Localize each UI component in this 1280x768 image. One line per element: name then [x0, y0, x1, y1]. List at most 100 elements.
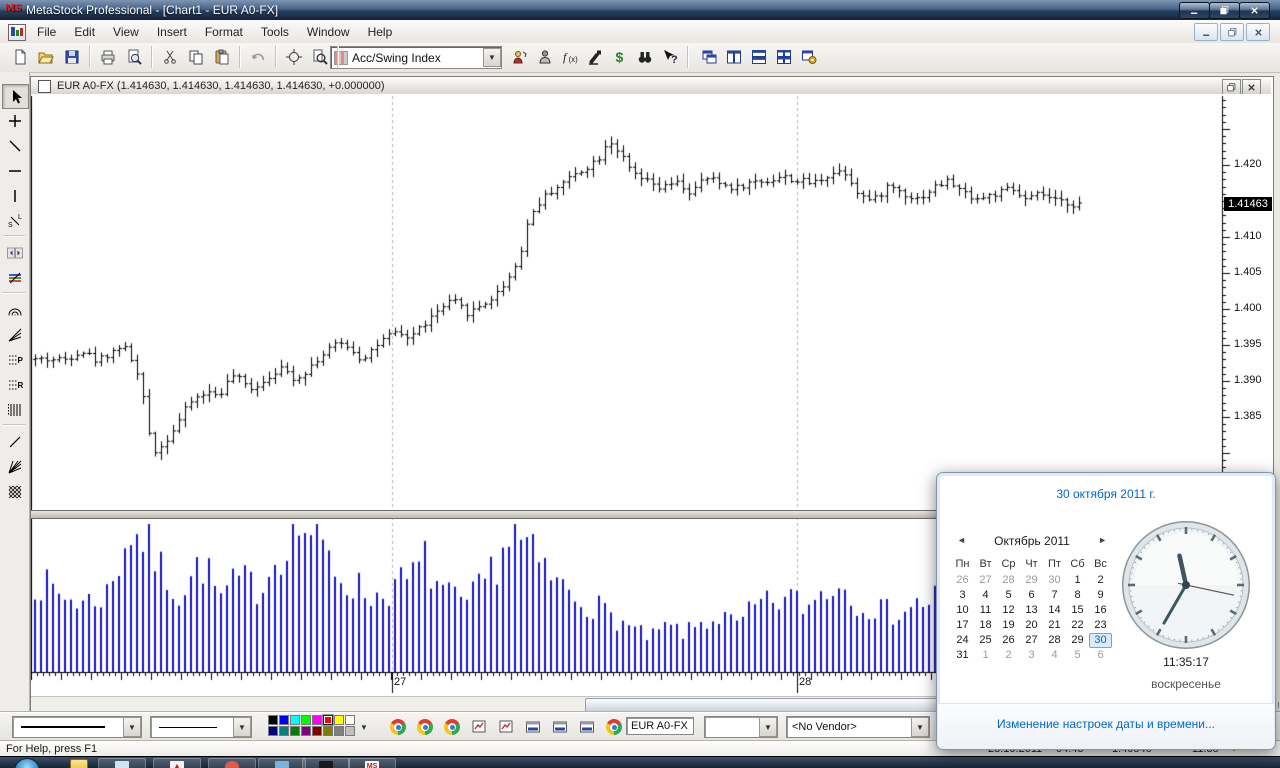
calendar-day[interactable]: 5: [1066, 648, 1089, 663]
calendar-day[interactable]: 27: [974, 573, 997, 588]
color-swatch[interactable]: [334, 715, 344, 725]
color-swatch[interactable]: [312, 715, 322, 725]
calendar-day[interactable]: 28: [997, 573, 1020, 588]
calendar-day[interactable]: 13: [1020, 603, 1043, 618]
zoom-find-button[interactable]: [308, 45, 332, 69]
tool-sl-line-button[interactable]: SL: [2, 209, 27, 232]
color-swatch[interactable]: [323, 715, 333, 725]
menu-item-tools[interactable]: Tools: [252, 22, 298, 42]
line-style-arrow-icon[interactable]: ▼: [123, 717, 141, 737]
calendar-day[interactable]: 24: [951, 633, 974, 648]
start-orb-icon[interactable]: [14, 758, 40, 768]
calendar-day[interactable]: 6: [1020, 588, 1043, 603]
calendar-day[interactable]: 19: [997, 618, 1020, 633]
calendar-day[interactable]: 25: [974, 633, 997, 648]
tool-crosshair-button[interactable]: [2, 109, 27, 132]
metastock-taskbar-button[interactable]: MS: [348, 758, 396, 768]
app-light-taskbar-button[interactable]: [98, 758, 146, 768]
chart-page-icon[interactable]: [469, 717, 489, 737]
windows-taskbar[interactable]: ▲ MS: [0, 756, 1280, 768]
tool-scroll-buttons-button[interactable]: [2, 241, 27, 264]
app-orb-taskbar-button[interactable]: [208, 758, 256, 768]
calendar-day[interactable]: 4: [974, 588, 997, 603]
calendar-day[interactable]: 31: [951, 648, 974, 663]
undo-button[interactable]: [246, 45, 270, 69]
tool-trendline-button[interactable]: [2, 134, 27, 157]
tool-time-zones-button[interactable]: [2, 398, 27, 421]
tool-gann-fan-button[interactable]: [2, 455, 27, 478]
cascade-button[interactable]: [697, 45, 721, 69]
calendar-day[interactable]: 2: [1089, 573, 1112, 588]
color-swatch[interactable]: [290, 715, 300, 725]
chrome-icon[interactable]: [415, 717, 435, 737]
app-blue-taskbar-button[interactable]: [258, 758, 306, 768]
color-swatch[interactable]: [279, 726, 289, 736]
calendar-day[interactable]: 11: [974, 603, 997, 618]
color-swatch[interactable]: [345, 726, 355, 736]
calendar-day[interactable]: 29: [1066, 633, 1089, 648]
tool-pointer-button[interactable]: [2, 84, 29, 109]
folder-icon[interactable]: [70, 759, 88, 768]
save-button[interactable]: [60, 45, 84, 69]
panel-window-icon[interactable]: [523, 717, 543, 737]
calendar-next-month-icon[interactable]: ►: [1098, 535, 1107, 545]
dollar-button[interactable]: $: [608, 45, 632, 69]
target-button[interactable]: [282, 45, 306, 69]
calendar-day[interactable]: 7: [1043, 588, 1066, 603]
calendar-day[interactable]: 27: [1020, 633, 1043, 648]
alert-button[interactable]: [508, 45, 532, 69]
window-options-button[interactable]: [797, 45, 821, 69]
vendor-dropdown-arrow-icon[interactable]: ▼: [911, 717, 929, 737]
color-swatch[interactable]: [345, 715, 355, 725]
calendar-day[interactable]: 3: [951, 588, 974, 603]
calendar-day[interactable]: 9: [1089, 588, 1112, 603]
color-swatch[interactable]: [279, 715, 289, 725]
chart-restore-button[interactable]: [1222, 79, 1241, 95]
calendar-day[interactable]: 10: [951, 603, 974, 618]
line-weight-arrow-icon[interactable]: ▼: [233, 717, 251, 737]
panel-window-icon[interactable]: [550, 717, 570, 737]
color-swatch[interactable]: [334, 726, 344, 736]
minimize-button[interactable]: [1179, 2, 1210, 19]
tile-grid-button[interactable]: [772, 45, 796, 69]
new-button[interactable]: [8, 45, 32, 69]
paste-button[interactable]: [210, 45, 234, 69]
calendar-day[interactable]: 26: [997, 633, 1020, 648]
tool-vertical-line-button[interactable]: [2, 184, 27, 207]
menu-item-edit[interactable]: Edit: [65, 22, 104, 42]
calendar-day[interactable]: 6: [1089, 648, 1112, 663]
menu-item-format[interactable]: Format: [196, 22, 252, 42]
calendar-day[interactable]: 28: [1043, 633, 1066, 648]
tile-vertical-button[interactable]: [722, 45, 746, 69]
window-titlebar[interactable]: MS MetaStock Professional - [Chart1 - EU…: [0, 0, 1280, 20]
menu-item-insert[interactable]: Insert: [148, 22, 196, 42]
print-preview-button[interactable]: [122, 45, 146, 69]
indicator-dropdown[interactable]: Acc/Swing Index ▼: [330, 46, 502, 69]
line-style-dropdown[interactable]: ▼: [12, 716, 142, 738]
calendar-day[interactable]: 5: [997, 588, 1020, 603]
chrome-icon[interactable]: [388, 717, 408, 737]
menu-item-file[interactable]: File: [28, 22, 65, 42]
menu-item-view[interactable]: View: [104, 22, 148, 42]
app-red-taskbar-button[interactable]: ▲: [153, 758, 201, 768]
menu-item-help[interactable]: Help: [359, 22, 402, 42]
calendar-day[interactable]: 4: [1043, 648, 1066, 663]
color-palette-arrow-icon[interactable]: ▼: [360, 723, 368, 732]
calendar-day[interactable]: 1: [974, 648, 997, 663]
color-swatch[interactable]: [268, 726, 278, 736]
open-button[interactable]: [34, 45, 58, 69]
mdi-minimize-button[interactable]: [1194, 23, 1218, 41]
console-taskbar-button[interactable]: [302, 758, 350, 768]
panel-window-icon[interactable]: [577, 717, 597, 737]
calendar-day[interactable]: 15: [1066, 603, 1089, 618]
tool-projection-p-button[interactable]: P: [2, 348, 27, 371]
cut-button[interactable]: [158, 45, 182, 69]
calendar-day[interactable]: 16: [1089, 603, 1112, 618]
calendar-day[interactable]: 17: [951, 618, 974, 633]
mdi-restore-button[interactable]: [1220, 23, 1244, 41]
chart-system-menu-icon[interactable]: [8, 24, 26, 41]
color-swatch[interactable]: [268, 715, 278, 725]
period-dropdown[interactable]: ▼: [704, 716, 778, 738]
color-swatch[interactable]: [312, 726, 322, 736]
calendar-day[interactable]: 18: [974, 618, 997, 633]
